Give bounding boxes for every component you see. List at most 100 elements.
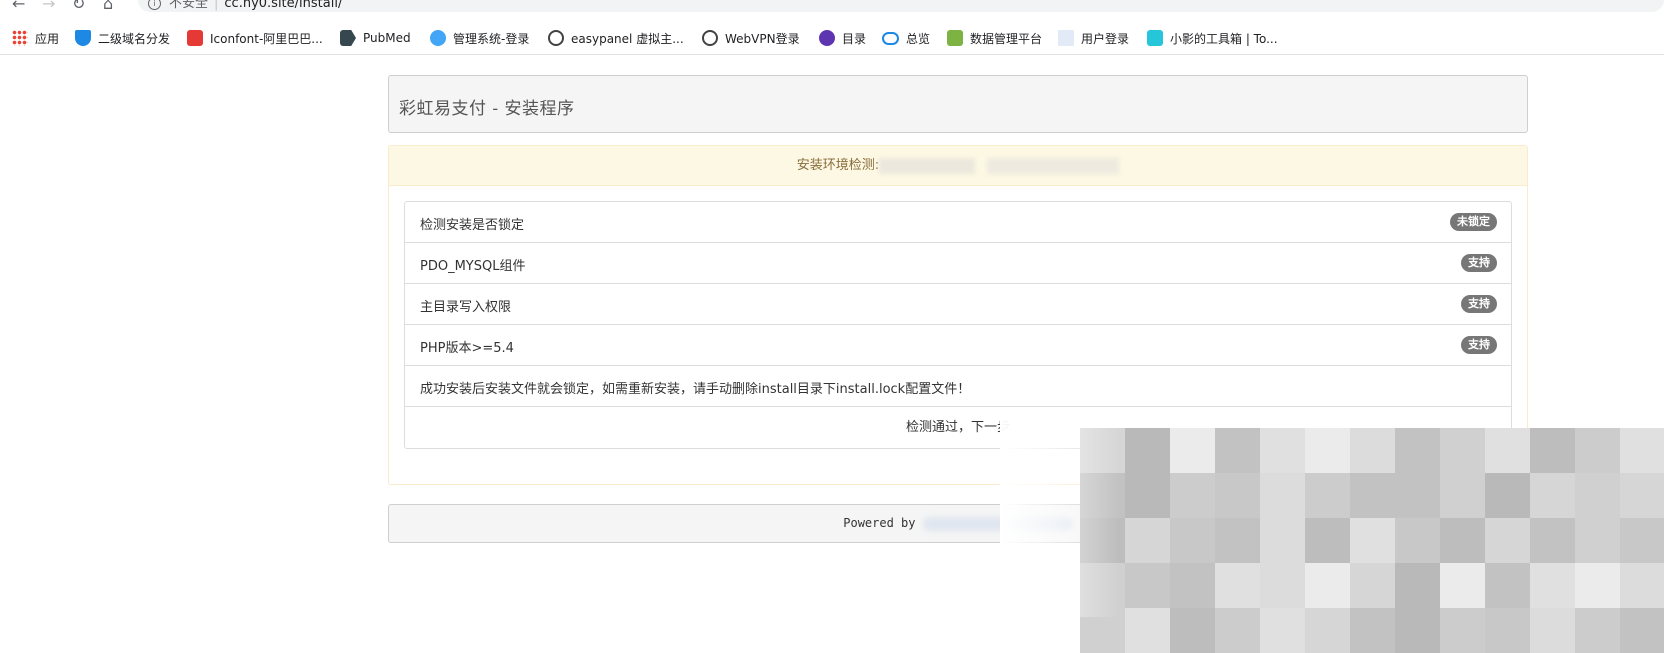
mosaic-tile	[1125, 518, 1170, 563]
mosaic-tile	[1350, 608, 1395, 653]
mosaic-tile	[1305, 608, 1350, 653]
mosaic-tile	[1395, 428, 1440, 473]
mosaic-tile	[1080, 473, 1125, 518]
home-icon[interactable]: ⌂	[103, 0, 113, 12]
mosaic-tile	[1305, 563, 1350, 608]
mosaic-tile	[1530, 608, 1575, 653]
bookmark-overview[interactable]: 总览	[882, 28, 930, 48]
mosaic-tile	[1350, 563, 1395, 608]
mosaic-tile	[1485, 473, 1530, 518]
address-bar[interactable]	[138, 0, 1664, 12]
mosaic-tile	[1440, 473, 1485, 518]
mosaic-tile	[1575, 608, 1620, 653]
mosaic-tile	[1620, 563, 1664, 608]
bookmark-label: 数据管理平台	[970, 31, 1043, 46]
shield-y-icon	[75, 30, 91, 46]
toolbox-icon	[1147, 30, 1163, 46]
bookmark-label: 目录	[842, 31, 867, 46]
mosaic-tile	[1215, 428, 1260, 473]
bookmark-label: 小影的工具箱 | To...	[1170, 31, 1278, 46]
mosaic-tile	[1530, 473, 1575, 518]
apps-grid-icon	[12, 30, 28, 46]
mosaic-tile	[1485, 563, 1530, 608]
mosaic-tile	[1395, 473, 1440, 518]
pixelated-redaction	[1080, 428, 1664, 653]
mosaic-tile	[1620, 518, 1664, 563]
notice-text: 成功安装后安装文件就会锁定，如需重新安装，请手动删除install目录下inst…	[420, 382, 971, 397]
purple-logo-icon	[819, 30, 835, 46]
blank-page-icon	[1058, 30, 1074, 46]
title-panel: 彩虹易支付 - 安装程序	[388, 75, 1528, 133]
bookmark-catalog[interactable]: 目录	[819, 28, 866, 48]
mosaic-tile	[1350, 518, 1395, 563]
mosaic-tile	[1305, 518, 1350, 563]
mosaic-tile	[1170, 473, 1215, 518]
mosaic-tile	[1215, 473, 1260, 518]
mosaic-tile	[1530, 428, 1575, 473]
bookmark-admin-login[interactable]: 管理系统-登录	[430, 28, 529, 48]
bookmark-webvpn[interactable]: WebVPN登录	[702, 28, 800, 48]
mosaic-tile	[1170, 563, 1215, 608]
bookmark-user-login[interactable]: 用户登录	[1058, 28, 1129, 48]
mosaic-tile	[1125, 608, 1170, 653]
bookmark-iconfont[interactable]: Iconfont-阿里巴巴...	[187, 28, 323, 48]
security-label: 不安全	[169, 0, 209, 11]
footer-text: Powered by	[843, 516, 916, 530]
bookmark-label: PubMed	[363, 31, 411, 45]
check-label: 检测安装是否锁定	[420, 218, 525, 233]
mosaic-tile	[1170, 608, 1215, 653]
status-badge: 支持	[1461, 254, 1497, 272]
status-badge: 支持	[1461, 295, 1497, 313]
mosaic-tile	[1215, 563, 1260, 608]
bookmark-label: 总览	[906, 31, 931, 46]
mosaic-tile	[1260, 473, 1305, 518]
info-icon[interactable]: i	[148, 0, 161, 10]
bookmark-data-platform[interactable]: 数据管理平台	[947, 28, 1042, 48]
mosaic-tile	[1125, 563, 1170, 608]
bookmark-toolbox[interactable]: 小影的工具箱 | To...	[1147, 28, 1278, 48]
address-text[interactable]: i 不安全 | cc.hy0.site/install/	[148, 0, 342, 12]
blurred-footer-link	[922, 516, 1073, 531]
mosaic-tile	[1215, 518, 1260, 563]
mosaic-tile	[1080, 563, 1125, 608]
bookmark-pubmed[interactable]: PubMed	[340, 28, 411, 48]
bookmark-easypanel[interactable]: easypanel 虚拟主...	[548, 28, 684, 48]
mosaic-tile	[1575, 563, 1620, 608]
iconfont-icon	[187, 30, 203, 46]
mosaic-tile	[1575, 473, 1620, 518]
globe-blue-icon	[430, 30, 446, 46]
mosaic-tile	[1260, 428, 1305, 473]
check-list: 检测安装是否锁定 未锁定 PDO_MYSQL组件 支持 主目录写入权限 支持 P…	[404, 201, 1512, 449]
cloud-icon	[882, 31, 899, 45]
forward-arrow-icon[interactable]: →	[42, 0, 55, 12]
url-text[interactable]: cc.hy0.site/install/	[224, 0, 342, 11]
separator: |	[214, 0, 219, 11]
globe-icon	[702, 30, 718, 46]
mosaic-tile	[1395, 563, 1440, 608]
bookmark-apps[interactable]: 应用	[12, 28, 59, 48]
check-label: PDO_MYSQL组件	[420, 259, 526, 274]
mosaic-tile	[1260, 563, 1305, 608]
mosaic-tile	[1125, 428, 1170, 473]
status-badge: 未锁定	[1450, 213, 1497, 231]
mosaic-tile	[1260, 608, 1305, 653]
mosaic-tile	[1530, 518, 1575, 563]
reload-icon[interactable]: ↻	[72, 0, 85, 12]
mosaic-tile	[1305, 428, 1350, 473]
bookmark-domain-distribution[interactable]: 二级域名分发	[75, 28, 170, 48]
mosaic-tile	[1170, 428, 1215, 473]
install-lock-notice: 成功安装后安装文件就会锁定，如需重新安装，请手动删除install目录下inst…	[405, 366, 1511, 407]
back-arrow-icon[interactable]: ←	[12, 0, 25, 12]
mosaic-tile	[1440, 563, 1485, 608]
bookmark-label: 应用	[35, 31, 60, 46]
bookmark-label: WebVPN登录	[725, 31, 800, 46]
status-badge: 支持	[1461, 336, 1497, 354]
mosaic-tile	[1620, 608, 1664, 653]
env-check-heading-text: 安装环境检测:	[796, 158, 880, 173]
leaf-icon	[947, 30, 963, 46]
mosaic-tile	[1575, 428, 1620, 473]
mosaic-tile	[1530, 563, 1575, 608]
mosaic-tile	[1080, 608, 1125, 653]
mosaic-tile	[1170, 518, 1215, 563]
check-item-write-permission: 主目录写入权限 支持	[405, 284, 1511, 325]
